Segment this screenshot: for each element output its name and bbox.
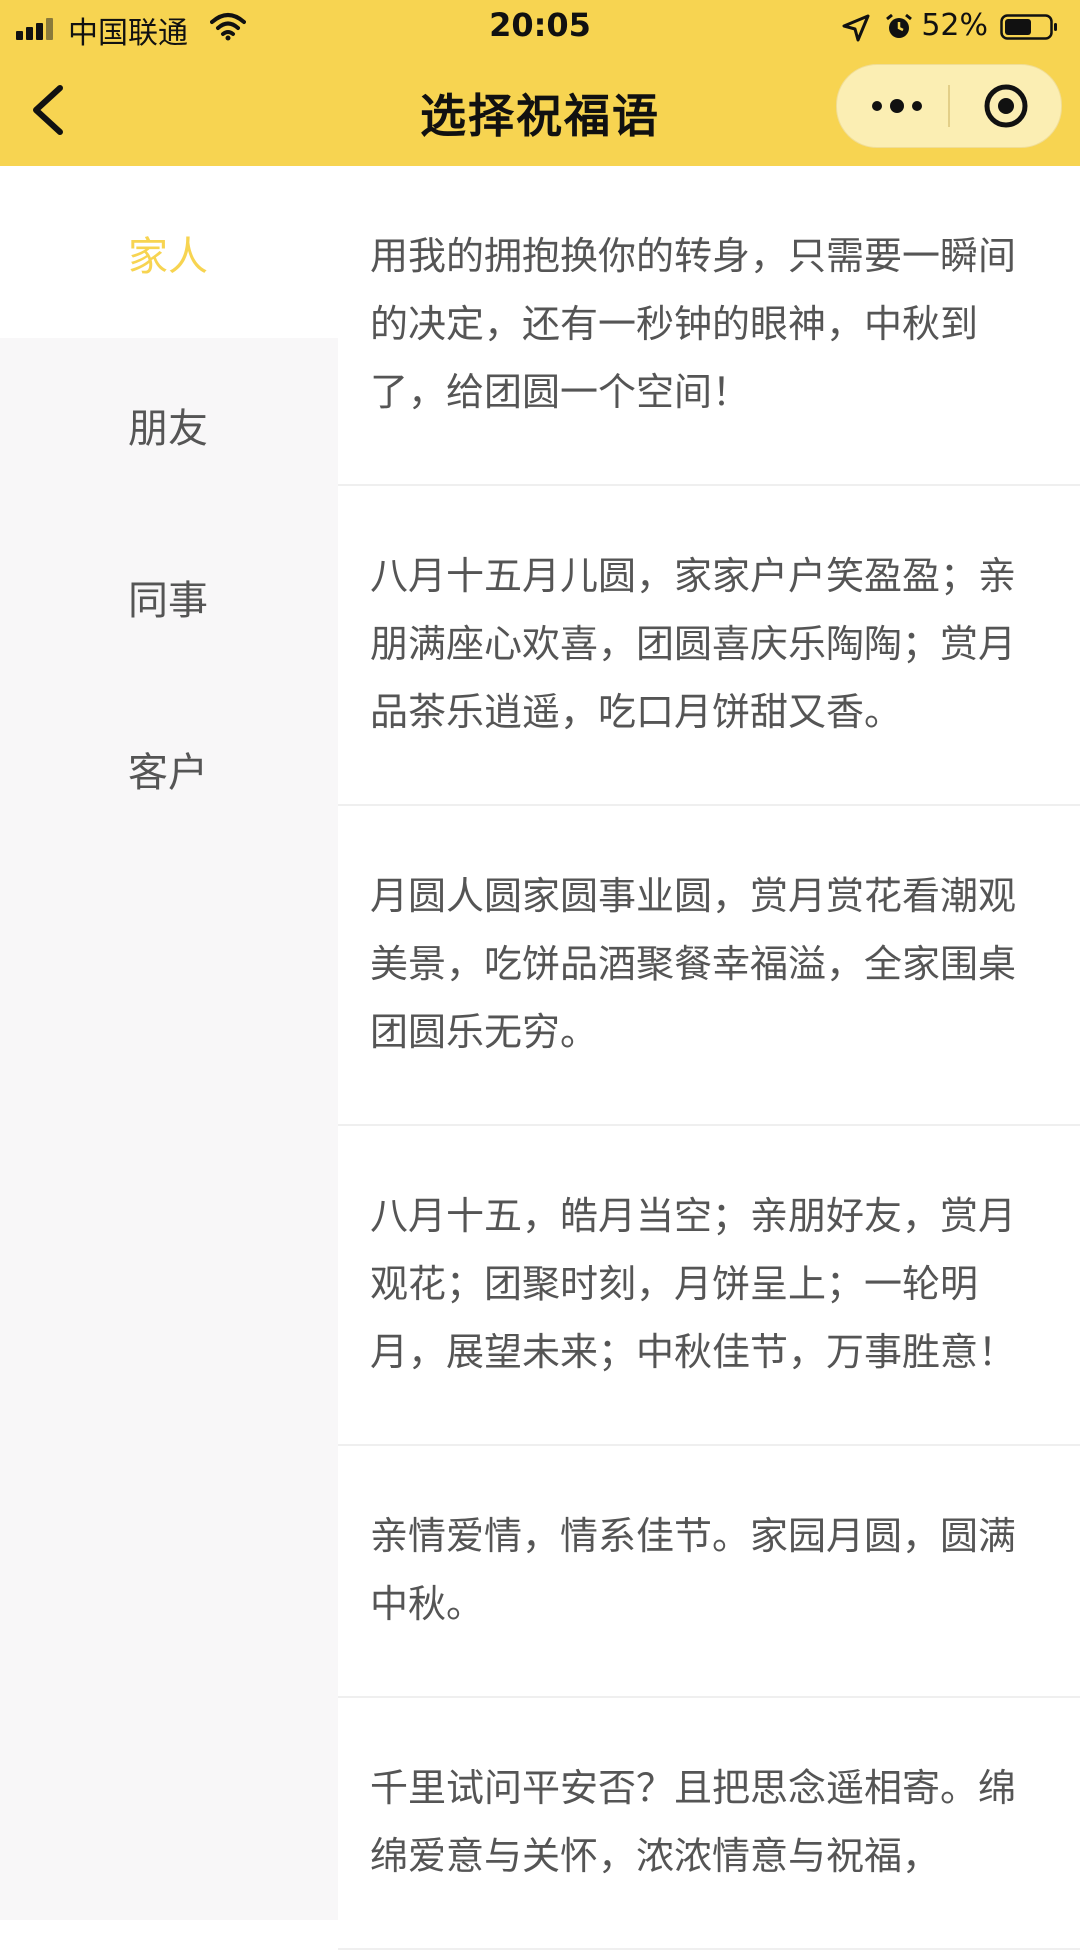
mini-program-capsule — [836, 64, 1062, 148]
list-item[interactable]: 八月十五月儿圆，家家户户笑盈盈；亲朋满座心欢喜，团圆喜庆乐陶陶；赏月品茶乐逍遥，… — [338, 486, 1080, 806]
list-item[interactable]: 八月十五，皓月当空；亲朋好友，赏月观花；团聚时刻，月饼呈上；一轮明月，展望未来；… — [338, 1126, 1080, 1446]
battery-icon — [1000, 14, 1057, 40]
location-arrow-icon — [842, 14, 870, 42]
list-item[interactable]: 月圆人圆家圆事业圆，赏月赏花看潮观美景，吃饼品酒聚餐幸福溢，全家围桌团圆乐无穷。 — [338, 806, 1080, 1126]
top-bar: 中国联通 20:05 52% 选择祝福语 — [0, 0, 1080, 166]
message-text: 八月十五，皓月当空；亲朋好友，赏月观花；团聚时刻，月饼呈上；一轮明月，展望未来；… — [370, 1194, 1017, 1374]
list-item[interactable]: 用我的拥抱换你的转身，只需要一瞬间的决定，还有一秒钟的眼神，中秋到了，给团圆一个… — [338, 166, 1080, 486]
message-text: 亲情爱情，情系佳节。家园月圆，圆满中秋。 — [370, 1514, 1017, 1626]
close-target-icon[interactable] — [983, 83, 1029, 129]
message-text: 八月十五月儿圆，家家户户笑盈盈；亲朋满座心欢喜，团圆喜庆乐陶陶；赏月品茶乐逍遥，… — [370, 554, 1017, 734]
sidebar-item-friends[interactable]: 朋友 — [0, 338, 338, 510]
status-time: 20:05 — [489, 6, 591, 44]
capsule-divider — [948, 85, 950, 127]
list-item[interactable]: 千里试问平安否？且把思念遥相寄。绵绵爱意与关怀，浓浓情意与祝福， — [338, 1698, 1080, 1950]
sidebar-item-label: 家人 — [128, 234, 208, 280]
sidebar-item-label: 同事 — [128, 578, 208, 624]
message-text: 用我的拥抱换你的转身，只需要一瞬间的决定，还有一秒钟的眼神，中秋到了，给团圆一个… — [370, 234, 1017, 414]
sidebar-item-label: 朋友 — [128, 406, 208, 452]
navigation-bar: 选择祝福语 — [0, 54, 1080, 166]
message-list: 用我的拥抱换你的转身，只需要一瞬间的决定，还有一秒钟的眼神，中秋到了，给团圆一个… — [338, 166, 1080, 1950]
sidebar-item-clients[interactable]: 客户 — [0, 682, 338, 854]
sidebar-item-family[interactable]: 家人 — [0, 166, 338, 338]
sidebar-item-colleagues[interactable]: 同事 — [0, 510, 338, 682]
more-dots-icon[interactable] — [867, 85, 927, 127]
sidebar-item-label: 客户 — [128, 750, 208, 796]
message-text: 千里试问平安否？且把思念遥相寄。绵绵爱意与关怀，浓浓情意与祝福， — [370, 1766, 1017, 1878]
list-item[interactable]: 亲情爱情，情系佳节。家园月圆，圆满中秋。 — [338, 1446, 1080, 1698]
status-bar: 中国联通 20:05 52% — [0, 0, 1080, 54]
message-text: 月圆人圆家圆事业圆，赏月赏花看潮观美景，吃饼品酒聚餐幸福溢，全家围桌团圆乐无穷。 — [370, 874, 1017, 1054]
battery-percentage: 52% — [921, 8, 988, 43]
alarm-clock-icon — [886, 13, 912, 38]
category-sidebar: 家人 朋友 同事 客户 — [0, 166, 338, 1920]
